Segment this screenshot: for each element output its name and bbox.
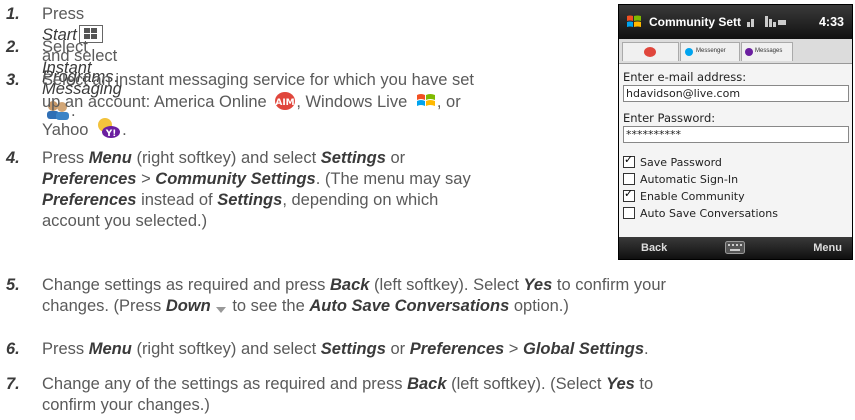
step-text: Press Menu (right softkey) and select Se… [42, 149, 471, 230]
step-number: 3. [6, 71, 20, 89]
step-text: Change any of the settings as required a… [42, 375, 654, 414]
enable-community-checkbox[interactable]: Enable Community [623, 187, 745, 204]
svg-text:Y!: Y! [105, 129, 117, 139]
email-label: Enter e-mail address: [623, 70, 747, 84]
step-number: 1. [6, 5, 20, 23]
down-arrow-icon [214, 300, 228, 321]
step-number: 2. [6, 38, 20, 56]
password-field[interactable]: ********** [623, 126, 849, 143]
phone-time: 4:33 [818, 15, 844, 29]
phone-title: Community Sett [649, 15, 742, 29]
phone-title-bar: Community Sett 4:33 [619, 5, 852, 39]
step-text: Select an instant messaging service for … [42, 70, 474, 145]
phone-body: Messenger Messages Enter e-mail address:… [619, 39, 852, 237]
save-password-checkbox[interactable]: Save Password [623, 153, 722, 170]
tab-aim[interactable] [622, 42, 679, 61]
tab-messages[interactable]: Messages [741, 42, 793, 61]
keyboard-icon[interactable] [725, 241, 745, 257]
signal-icon [747, 13, 787, 32]
step-number: 7. [6, 375, 20, 393]
step-number: 5. [6, 276, 20, 294]
svg-text:AIM: AIM [276, 98, 295, 108]
phone-tabs: Messenger Messages [619, 39, 852, 64]
menu-softkey[interactable]: Menu [813, 242, 842, 254]
windows-live-icon [415, 91, 437, 117]
aim-icon: AIM [274, 91, 296, 117]
automatic-signin-checkbox[interactable]: Automatic Sign-In [623, 173, 738, 187]
back-softkey[interactable]: Back [641, 242, 667, 254]
step-text: Press Menu (right softkey) and select Se… [42, 340, 649, 358]
windows-start-icon[interactable] [626, 14, 642, 32]
auto-save-conversations-checkbox[interactable]: Auto Save Conversations [623, 207, 778, 221]
yahoo-icon: Y! [96, 117, 122, 145]
softkey-bar: Back Menu [619, 237, 852, 259]
phone-screenshot: Community Sett 4:33 Messenger Messages E… [618, 4, 853, 260]
tab-messenger[interactable]: Messenger [680, 42, 740, 61]
step-text: Change settings as required and press Ba… [42, 275, 666, 321]
step-number: 6. [6, 340, 20, 358]
email-field[interactable]: hdavidson@live.com [623, 85, 849, 102]
password-label: Enter Password: [623, 111, 716, 125]
step-number: 4. [6, 149, 20, 167]
